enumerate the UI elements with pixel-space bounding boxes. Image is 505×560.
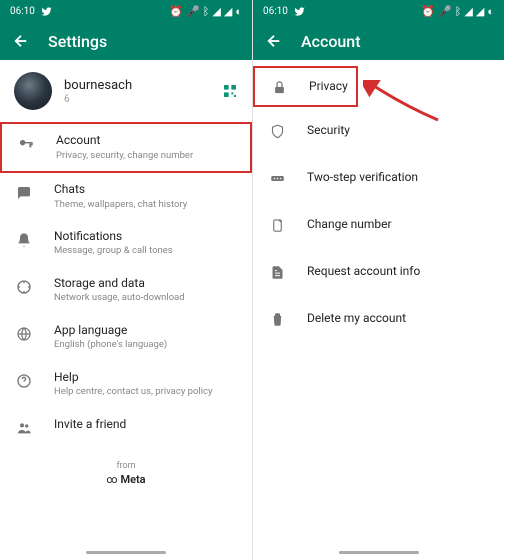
qr-icon[interactable] [222,83,238,99]
footer-from: from [0,461,252,471]
account-item-request-info[interactable]: Request account info [253,248,504,295]
item-title: Two-step verification [307,170,418,186]
item-title: Notifications [54,229,238,245]
twitter-icon [294,6,305,17]
footer: from ∞ Meta [0,461,252,486]
back-icon[interactable] [12,32,30,50]
bluetooth-icon: ᛒ [455,5,462,18]
battery-icon: ◐ [235,5,242,18]
account-list: Privacy Security Two-step verification C… [253,60,504,342]
avatar [14,72,52,110]
item-title: Request account info [307,264,420,280]
sim-icon [267,215,287,235]
account-screen: 06:10 ⏰ 🎤 ᛒ ◢ ◢ ◐ Account Privacy [252,0,504,560]
bluetooth-icon: ᛒ [203,5,210,18]
sidebar-item-invite[interactable]: Invite a friend [0,408,252,447]
signal-icon: ◢ [212,5,220,18]
footer-meta: ∞ Meta [0,473,252,486]
item-subtitle: Help centre, contact us, privacy policy [54,386,238,398]
data-icon [14,277,34,297]
profile-name: bournesach [64,78,210,93]
mic-icon: 🎤 [438,5,452,18]
app-bar: Account [253,22,504,60]
account-item-twostep[interactable]: Two-step verification [253,154,504,201]
item-subtitle: Network usage, auto-download [54,292,238,304]
password-icon [267,168,287,188]
status-time: 06:10 [263,6,288,17]
page-title: Settings [48,32,107,51]
item-title: Storage and data [54,276,238,292]
item-title: Chats [54,182,238,198]
item-title: Privacy [309,79,348,95]
alarm-icon: ⏰ [169,5,183,18]
item-title: Invite a friend [54,417,238,433]
document-icon [267,262,287,282]
item-title: Help [54,370,238,386]
globe-icon [14,324,34,344]
profile-status: 6 [64,94,210,105]
account-item-change-number[interactable]: Change number [253,201,504,248]
signal-icon: ◢ [464,5,472,18]
sidebar-item-storage[interactable]: Storage and data Network usage, auto-dow… [0,267,252,314]
chat-icon [14,183,34,203]
nav-indicator[interactable] [339,551,419,554]
sidebar-item-help[interactable]: Help Help centre, contact us, privacy po… [0,361,252,408]
page-title: Account [301,32,361,51]
status-time: 06:10 [10,6,35,17]
twitter-icon [41,6,52,17]
sidebar-item-notifications[interactable]: Notifications Message, group & call tone… [0,220,252,267]
account-item-privacy[interactable]: Privacy [253,66,358,107]
mic-icon: 🎤 [186,5,200,18]
status-indicators: ⏰ 🎤 ᛒ ◢ ◢ ◐ [169,5,242,18]
sidebar-item-chats[interactable]: Chats Theme, wallpapers, chat history [0,173,252,220]
help-icon [14,371,34,391]
sidebar-item-language[interactable]: App language English (phone's language) [0,314,252,361]
battery-icon: ◐ [487,5,494,18]
item-title: Security [307,123,350,139]
sidebar-item-account[interactable]: Account Privacy, security, change number [0,122,252,173]
lock-icon [269,77,289,97]
item-subtitle: English (phone's language) [54,339,238,351]
back-icon[interactable] [265,32,283,50]
wifi-icon: ◢ [224,5,232,18]
status-bar: 06:10 ⏰ 🎤 ᛒ ◢ ◢ ◐ [253,0,504,22]
key-icon [16,134,36,154]
wifi-icon: ◢ [476,5,484,18]
account-item-security[interactable]: Security [253,107,504,154]
item-title: Account [56,133,236,149]
status-bar: 06:10 ⏰ 🎤 ᛒ ◢ ◢ ◐ [0,0,252,22]
settings-list: Account Privacy, security, change number… [0,122,252,447]
nav-indicator[interactable] [86,551,166,554]
app-bar: Settings [0,22,252,60]
bell-icon [14,230,34,250]
alarm-icon: ⏰ [421,5,435,18]
item-title: Delete my account [307,311,406,327]
item-subtitle: Theme, wallpapers, chat history [54,199,238,211]
item-subtitle: Privacy, security, change number [56,150,236,162]
profile-row[interactable]: bournesach 6 [0,60,252,122]
item-title: App language [54,323,238,339]
settings-screen: 06:10 ⏰ 🎤 ᛒ ◢ ◢ ◐ Settings bournesach 6 [0,0,252,560]
trash-icon [267,309,287,329]
status-indicators: ⏰ 🎤 ᛒ ◢ ◢ ◐ [421,5,494,18]
account-item-delete[interactable]: Delete my account [253,295,504,342]
item-title: Change number [307,217,392,233]
people-icon [14,418,34,438]
item-subtitle: Message, group & call tones [54,245,238,257]
shield-icon [267,121,287,141]
